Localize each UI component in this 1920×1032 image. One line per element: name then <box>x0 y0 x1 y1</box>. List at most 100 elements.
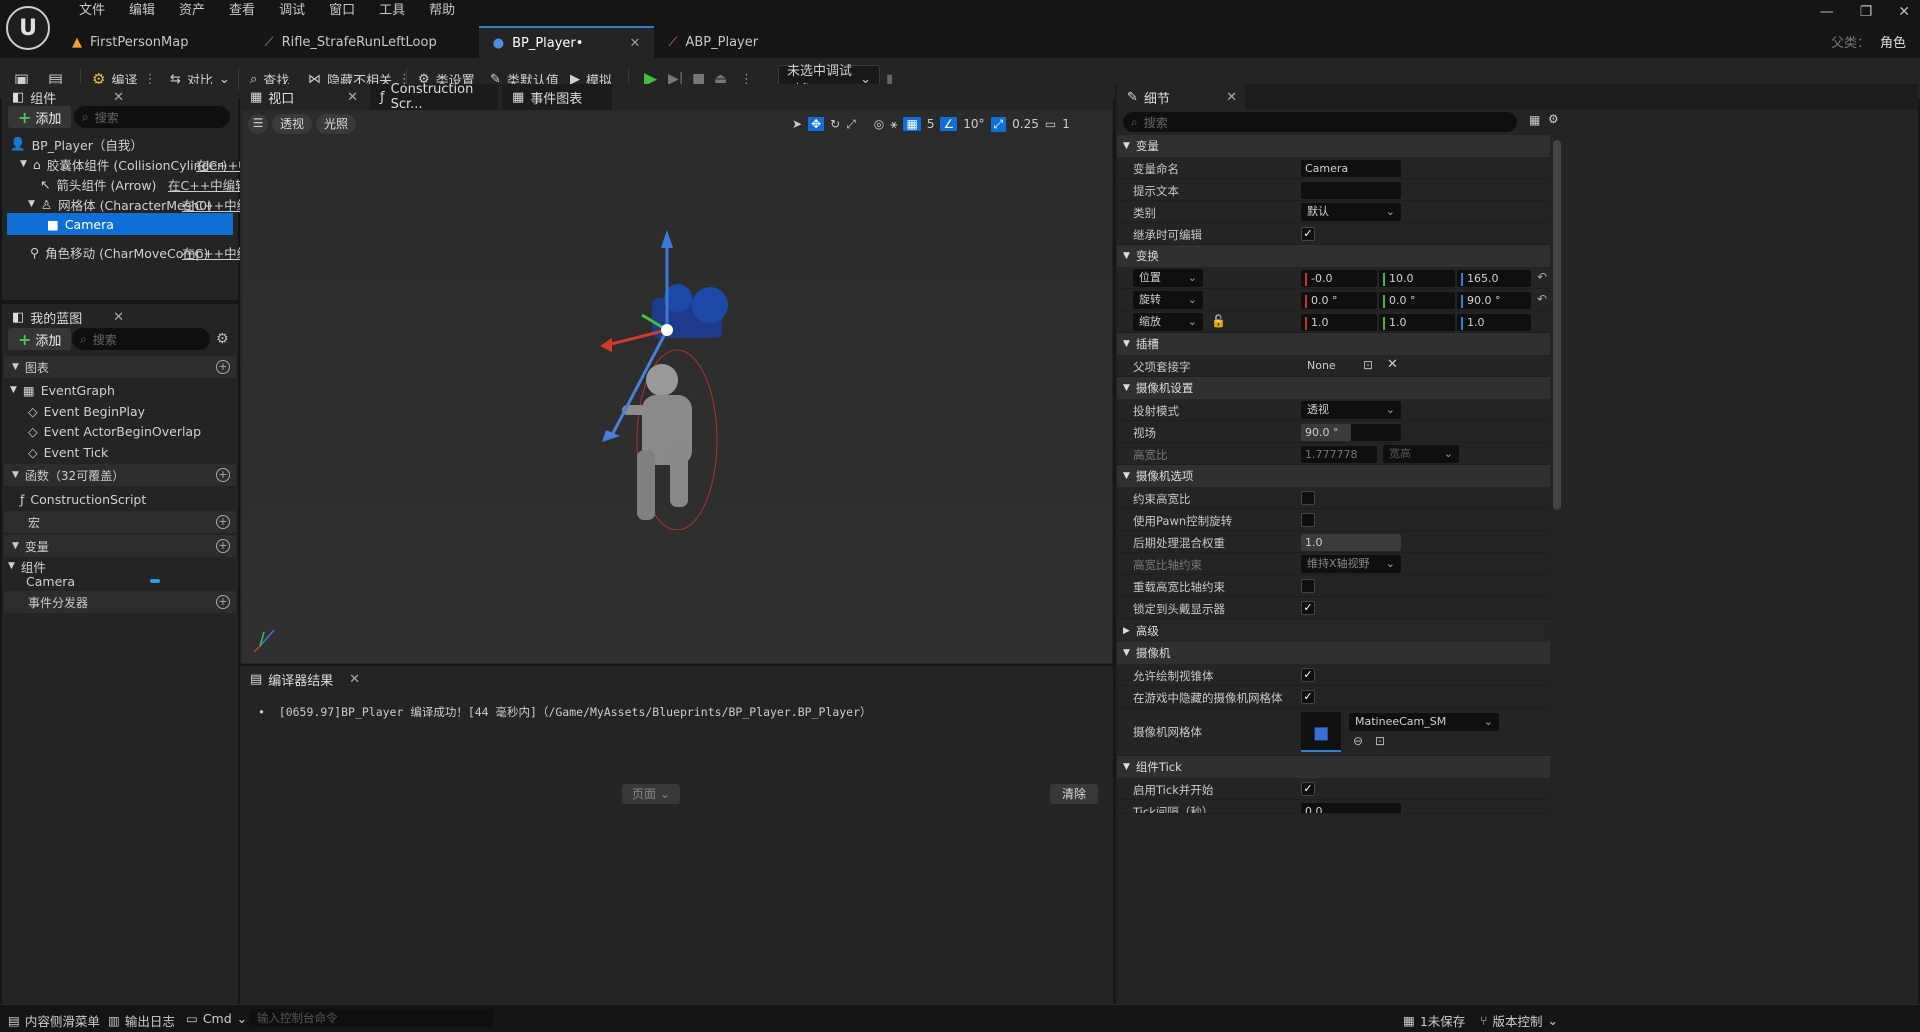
menu-window[interactable]: 窗口 <box>317 2 367 20</box>
parent-socket-value[interactable]: None <box>1307 359 1336 372</box>
scale-z-input[interactable]: 1.0 <box>1457 314 1531 331</box>
graphs-section[interactable]: ▼ 图表 + <box>4 356 236 378</box>
override-aspect-checkbox[interactable] <box>1301 579 1315 593</box>
tab-bp-player[interactable]: ● BP_Player• ✕ <box>478 26 655 58</box>
component-item-charmove[interactable]: ⚲ 角色移动 (CharMoveComp) 在C++中编 <box>30 241 249 263</box>
rotation-dropdown[interactable]: 旋转 ⌄ <box>1133 291 1203 309</box>
clear-button[interactable]: 清除 <box>1050 784 1099 804</box>
add-member-button[interactable]: + 添加 <box>8 328 72 350</box>
table-view-icon[interactable]: ▦ <box>1529 113 1540 127</box>
select-icon[interactable]: ➤ <box>792 117 802 131</box>
viewport-canvas[interactable]: ☰ 透视 光照 ➤ ✥ ↻ ⤢ ◎ ⚹ ▦ 5 ∠ 10° ⤢ 0.25 ▭ 1 <box>242 110 1112 663</box>
scale-icon[interactable]: ⤢ <box>846 117 856 132</box>
menu-edit[interactable]: 编辑 <box>117 2 167 20</box>
section-component-tick[interactable]: ▼ 组件Tick <box>1117 756 1550 778</box>
camera-speed-icon[interactable]: ▭ <box>1045 117 1056 131</box>
rotation-value[interactable]: 10° <box>963 117 984 131</box>
event-graph-item[interactable]: ▼ ▦ EventGraph <box>10 379 115 401</box>
viewport-menu-icon[interactable]: ☰ <box>248 114 268 134</box>
location-dropdown[interactable]: 位置 ⌄ <box>1133 269 1203 287</box>
lighting-button[interactable]: 光照 <box>316 114 357 134</box>
camera-mesh-thumbnail[interactable]: ◼ <box>1301 712 1341 752</box>
console-input[interactable]: 输入控制台命令 <box>249 1009 493 1027</box>
lock-hmd-checkbox[interactable]: ✓ <box>1301 601 1315 615</box>
category-dropdown[interactable]: 默认 ⌄ <box>1301 203 1401 221</box>
section-transform[interactable]: ▼ 变换 <box>1117 245 1550 267</box>
add-component-button[interactable]: + 添加 <box>8 106 72 128</box>
constrain-aspect-checkbox[interactable] <box>1301 491 1315 505</box>
construction-script-item[interactable]: ƒ ConstructionScript <box>20 488 146 510</box>
camera-mesh-dropdown[interactable]: MatineeCam_SM ⌄ <box>1349 713 1499 731</box>
var-name-input[interactable]: Camera <box>1301 160 1401 177</box>
dispatchers-section[interactable]: 事件分发器 + <box>4 591 236 613</box>
projection-dropdown[interactable]: 透视 ⌄ <box>1301 401 1401 419</box>
tab-rifle-anim[interactable]: ⟋ Rifle_StrafeRunLeftLoop <box>250 26 478 58</box>
reset-icon[interactable]: ↶ <box>1537 292 1547 306</box>
tab-firstpersonmap[interactable]: ▲ FirstPersonMap <box>58 26 250 58</box>
component-item-arrow[interactable]: ↖ 箭头组件 (Arrow) 在C++中编辑 <box>40 173 248 195</box>
section-variable[interactable]: ▼ 变量 <box>1117 135 1550 157</box>
use-pawn-rotation-checkbox[interactable] <box>1301 513 1315 527</box>
section-camera-options[interactable]: ▼ 摄像机选项 <box>1117 465 1550 487</box>
output-log-button[interactable]: ▥ 输出日志 <box>108 1011 175 1030</box>
reset-icon[interactable]: ↶ <box>1537 270 1547 284</box>
grid-snap-icon[interactable]: ▦ <box>903 117 921 131</box>
close-tab-icon[interactable]: ✕ <box>113 310 124 325</box>
tab-viewport[interactable]: ▦ 视口 ✕ <box>240 84 366 110</box>
add-function-icon[interactable]: + <box>216 468 230 482</box>
rotation-y-input[interactable]: 0.0 ° <box>1379 292 1455 309</box>
details-search-input[interactable]: ⌕ 搜索 <box>1123 112 1517 132</box>
add-variable-icon[interactable]: + <box>216 539 230 553</box>
variables-section[interactable]: ▼ 变量 + <box>4 535 236 557</box>
aspect-axis-dropdown[interactable]: 维持X轴视野 ⌄ <box>1301 555 1401 573</box>
grid-value[interactable]: 5 <box>927 117 935 131</box>
start-tick-checkbox[interactable]: ✓ <box>1301 782 1315 796</box>
scale-snap-icon[interactable]: ⤢ <box>990 116 1007 132</box>
close-button[interactable]: ✕ <box>1898 4 1910 20</box>
tab-compiler-results[interactable]: ▤ 编译器结果 ✕ <box>240 666 368 692</box>
cmd-dropdown[interactable]: ▭ Cmd ⌄ <box>186 1011 247 1026</box>
functions-section[interactable]: ▼ 函数（32可覆盖） + <box>4 464 236 486</box>
character-preview[interactable] <box>582 230 782 530</box>
clear-socket-icon[interactable]: ✕ <box>1387 357 1398 372</box>
fov-slider[interactable]: 90.0 ° <box>1301 424 1401 441</box>
location-x-input[interactable]: -0.0 <box>1301 270 1377 287</box>
tab-construction-script[interactable]: ƒ Construction Scr... <box>370 82 498 112</box>
aspect-preset-dropdown[interactable]: 宽高 ⌄ <box>1383 445 1459 463</box>
use-selected-icon[interactable]: ⊖ <box>1353 734 1363 748</box>
menu-tools[interactable]: 工具 <box>367 2 417 20</box>
perspective-button[interactable]: 透视 <box>272 114 313 134</box>
minimize-button[interactable]: — <box>1820 4 1834 20</box>
content-drawer-button[interactable]: ▤ 内容侧滑菜单 <box>8 1011 100 1030</box>
instance-editable-checkbox[interactable]: ✓ <box>1301 227 1315 241</box>
parent-class-link[interactable]: 角色 <box>1880 36 1906 51</box>
draw-frustum-checkbox[interactable]: ✓ <box>1301 668 1315 682</box>
section-camera[interactable]: ▼ 摄像机 <box>1117 642 1550 664</box>
component-item-camera[interactable]: ■ Camera <box>7 213 233 235</box>
location-y-input[interactable]: 10.0 <box>1379 270 1455 287</box>
component-item-self[interactable]: 👤 BP_Player（自我） <box>10 133 236 155</box>
tab-my-blueprint[interactable]: ◧ 我的蓝图 ✕ <box>2 304 132 330</box>
section-socket[interactable]: ▼ 插槽 <box>1117 333 1550 355</box>
rotation-z-input[interactable]: 90.0 ° <box>1457 292 1531 309</box>
maximize-button[interactable]: ❐ <box>1860 4 1873 20</box>
pp-blend-slider[interactable]: 1.0 <box>1301 534 1401 551</box>
event-item[interactable]: ◇ Event BeginPlay <box>28 400 145 422</box>
menu-file[interactable]: 文件 <box>67 2 117 20</box>
close-tab-icon[interactable]: ✕ <box>113 90 124 105</box>
source-control-button[interactable]: ⑂ 版本控制 ⌄ <box>1480 1011 1558 1030</box>
hide-mesh-checkbox[interactable]: ✓ <box>1301 690 1315 704</box>
scale-dropdown[interactable]: 缩放 ⌄ <box>1133 313 1203 331</box>
menu-view[interactable]: 查看 <box>217 2 267 20</box>
section-advanced[interactable]: ▶ 高级 <box>1117 620 1550 642</box>
world-local-icon[interactable]: ◎ <box>874 117 884 131</box>
menu-asset[interactable]: 资产 <box>167 2 217 20</box>
add-graph-icon[interactable]: + <box>216 360 230 374</box>
unsaved-button[interactable]: ▦ 1未保存 <box>1403 1011 1465 1030</box>
aspect-input[interactable]: 1.777778 <box>1301 446 1377 463</box>
gear-icon[interactable]: ⚙ <box>216 331 229 347</box>
camera-speed-value[interactable]: 1 <box>1062 117 1070 131</box>
tab-details[interactable]: ✎ 细节 ✕ <box>1117 84 1245 110</box>
close-tab-icon[interactable]: ✕ <box>1226 90 1237 105</box>
section-camera-settings[interactable]: ▼ 摄像机设置 <box>1117 377 1550 399</box>
